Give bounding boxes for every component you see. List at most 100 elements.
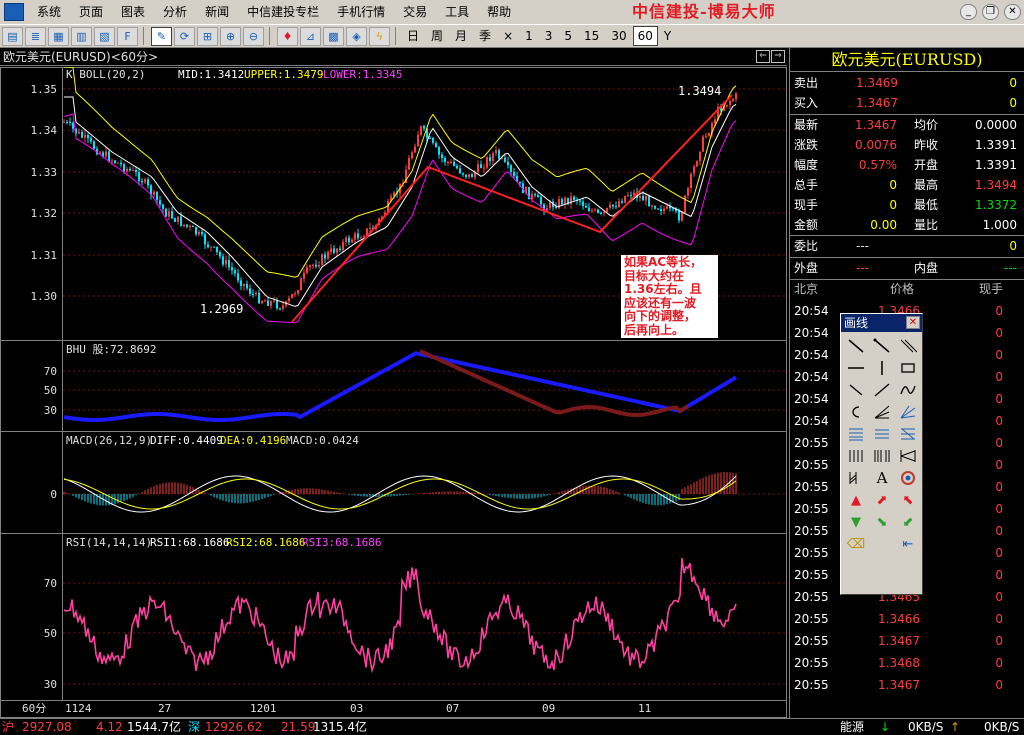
bar-icon[interactable]: ▥ [71, 26, 92, 46]
period-1min[interactable]: 1 [519, 25, 539, 47]
rectangle-icon[interactable] [895, 357, 921, 379]
candle-body [213, 246, 215, 248]
candle-body [705, 135, 707, 137]
download-speed: 0KB/S [908, 720, 944, 734]
line-segment-icon[interactable] [843, 335, 869, 357]
candle-body [333, 248, 335, 253]
down-arrow-icon[interactable]: ▼ [843, 511, 869, 533]
drawing-tools-palette[interactable]: 画线 ✕ A ▲ ⬈ ⬉ ▼ ⬊ ⬋ ⌫ ⇤ [840, 313, 923, 595]
parallel-lines-icon[interactable] [895, 335, 921, 357]
period-30min[interactable]: 30 [605, 25, 632, 47]
refresh-icon[interactable]: ⟳ [174, 26, 195, 46]
menu-help[interactable]: 帮助 [478, 0, 520, 24]
period-15min[interactable]: 15 [578, 25, 605, 47]
period-year[interactable]: Y [658, 25, 677, 47]
candle-body [267, 300, 269, 306]
tools-close-icon[interactable]: ✕ [906, 316, 920, 329]
menu-chart[interactable]: 图表 [112, 0, 154, 24]
time-cycle-icon[interactable] [843, 445, 869, 467]
sh-label: 沪 [2, 720, 15, 734]
period-quarter[interactable]: 季 [473, 25, 497, 47]
delete-lines-icon[interactable]: ⇤ [895, 533, 921, 555]
golden-ratio-icon[interactable] [895, 423, 921, 445]
period-3min[interactable]: 3 [539, 25, 559, 47]
period-5min[interactable]: 5 [558, 25, 578, 47]
channel-icon[interactable] [843, 467, 869, 489]
stat-value: 1.3494 [975, 178, 1017, 192]
menu-page[interactable]: 页面 [70, 0, 112, 24]
toolbar: ▤ ≣ ▦ ▥ ▧ F ✎ ⟳ ⊞ ⊕ ⊖ ♦ ⊿ ▩ ◈ ϟ 日 周 月 季 … [0, 24, 1024, 48]
menu-news[interactable]: 新闻 [196, 0, 238, 24]
text-tool-icon[interactable]: A [869, 467, 895, 489]
tick-time: 20:55 [794, 524, 829, 538]
candle-body [612, 204, 614, 207]
candle-body [588, 207, 590, 212]
tools-title-bar[interactable]: 画线 ✕ [841, 314, 922, 332]
menu-tools[interactable]: 工具 [436, 0, 478, 24]
percent-lines-icon[interactable] [869, 423, 895, 445]
neipan-value: --- [1004, 261, 1017, 275]
zoom-in-icon[interactable]: ⊕ [220, 26, 241, 46]
period-day[interactable]: 日 [401, 25, 425, 47]
detail-icon[interactable]: ≣ [25, 26, 46, 46]
period-week[interactable]: 周 [425, 25, 449, 47]
restore-icon[interactable]: ❐ [982, 4, 999, 20]
tick-time: 20:55 [794, 634, 829, 648]
menu-analysis[interactable]: 分析 [154, 0, 196, 24]
candle-body [468, 174, 470, 177]
grid-icon[interactable]: ▧ [94, 26, 115, 46]
zoom-out-icon[interactable]: ⊖ [243, 26, 264, 46]
gann-fan-icon[interactable] [895, 401, 921, 423]
period-60min[interactable]: 60 [632, 26, 658, 46]
quote-title: 欧元美元(EURUSD) [790, 48, 1024, 72]
close-icon[interactable]: ✕ [1004, 4, 1021, 20]
horizontal-line-icon[interactable] [843, 357, 869, 379]
candle-body [63, 121, 65, 123]
indicator-icon[interactable]: ⊿ [300, 26, 321, 46]
price-chart[interactable]: 1.35 1.34 1.33 1.32 1.31 1.30 70 50 30 0… [0, 67, 787, 718]
layout-icon[interactable]: ▩ [323, 26, 344, 46]
tick-icon[interactable]: ▦ [48, 26, 69, 46]
fib-retrace-icon[interactable] [843, 423, 869, 445]
arc-icon[interactable] [843, 401, 869, 423]
period-month[interactable]: 月 [449, 25, 473, 47]
arrow-line-icon[interactable] [843, 379, 869, 401]
menu-system[interactable]: 系统 [28, 0, 70, 24]
eraser-icon[interactable]: ⌫ [843, 533, 869, 555]
menu-mobile[interactable]: 手机行情 [328, 0, 394, 24]
color-icon[interactable]: ◈ [346, 26, 367, 46]
quote-list-icon[interactable]: ▤ [2, 26, 23, 46]
candle-body [240, 280, 242, 286]
angle-line-icon[interactable] [869, 379, 895, 401]
next-chart-icon[interactable]: ⇒ [771, 50, 785, 63]
fib-time-icon[interactable] [869, 445, 895, 467]
prev-chart-icon[interactable]: ⇐ [756, 50, 770, 63]
period-tick[interactable]: × [497, 25, 519, 47]
ray-line-icon[interactable] [869, 335, 895, 357]
lightning-icon[interactable]: ϟ [369, 26, 390, 46]
menu-trade[interactable]: 交易 [394, 0, 436, 24]
candle-body [180, 216, 182, 226]
candle-body [336, 248, 338, 253]
candle-body [288, 298, 290, 302]
down-right-arrow-icon[interactable]: ⬊ [869, 511, 895, 533]
fibonacci-fan-icon[interactable] [869, 401, 895, 423]
speed-line-icon[interactable] [895, 445, 921, 467]
circle-tool-icon[interactable] [895, 467, 921, 489]
tick-volume: 0 [995, 436, 1003, 450]
multi-chart-icon[interactable]: ⊞ [197, 26, 218, 46]
vertical-line-icon[interactable] [869, 357, 895, 379]
up-arrow-icon[interactable]: ▲ [843, 489, 869, 511]
menu-column[interactable]: 中信建投专栏 [238, 0, 328, 24]
candle-body [732, 99, 734, 102]
up-right-arrow-icon[interactable]: ⬈ [869, 489, 895, 511]
wave-icon[interactable] [895, 379, 921, 401]
up-left-arrow-icon[interactable]: ⬉ [895, 489, 921, 511]
alarm-icon[interactable]: ♦ [277, 26, 298, 46]
f10-icon[interactable]: F [117, 26, 138, 46]
energy-label[interactable]: 能源 [840, 719, 864, 735]
minimize-icon[interactable]: _ [960, 4, 977, 20]
draw-pen-icon[interactable]: ✎ [151, 26, 172, 46]
tick-volume: 0 [995, 370, 1003, 384]
down-left-arrow-icon[interactable]: ⬋ [895, 511, 921, 533]
